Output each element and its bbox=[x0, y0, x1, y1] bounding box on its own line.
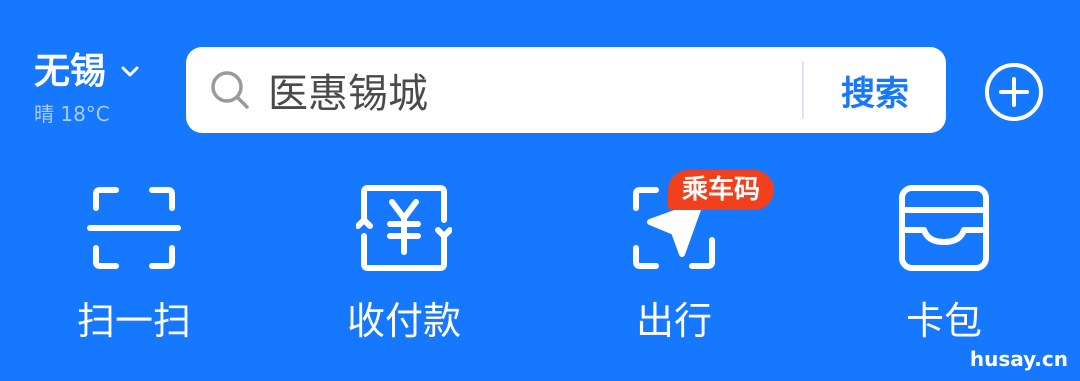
watermark: husay.cn bbox=[969, 347, 1068, 371]
quick-action-scan[interactable]: 扫一扫 bbox=[34, 180, 234, 345]
scan-icon bbox=[87, 187, 181, 269]
wallet-icon bbox=[899, 185, 989, 271]
city-selector[interactable]: 无锡 晴 18°C bbox=[34, 50, 140, 127]
quick-action-wallet[interactable]: 卡包 bbox=[844, 180, 1044, 345]
search-icon bbox=[211, 71, 249, 109]
quick-action-label: 出行 bbox=[635, 299, 712, 343]
weather-text: 晴 18°C bbox=[34, 102, 110, 126]
search-input[interactable]: 医惠锡城 bbox=[268, 61, 802, 119]
search-button[interactable]: 搜索 bbox=[804, 66, 946, 115]
search-bar[interactable]: 医惠锡城 搜索 bbox=[186, 47, 946, 133]
quick-actions: 扫一扫 收付款 出行 卡包 bbox=[0, 180, 1080, 350]
chevron-down-icon bbox=[121, 66, 139, 77]
payment-icon bbox=[356, 185, 452, 271]
add-icon[interactable] bbox=[984, 62, 1044, 122]
quick-action-label: 扫一扫 bbox=[76, 299, 191, 343]
quick-action-label: 收付款 bbox=[346, 299, 461, 343]
city-name: 无锡 bbox=[34, 51, 107, 92]
quick-action-label: 卡包 bbox=[905, 299, 982, 343]
ride-code-badge[interactable]: 乘车码 bbox=[668, 170, 775, 210]
quick-action-payment[interactable]: 收付款 bbox=[304, 180, 504, 345]
